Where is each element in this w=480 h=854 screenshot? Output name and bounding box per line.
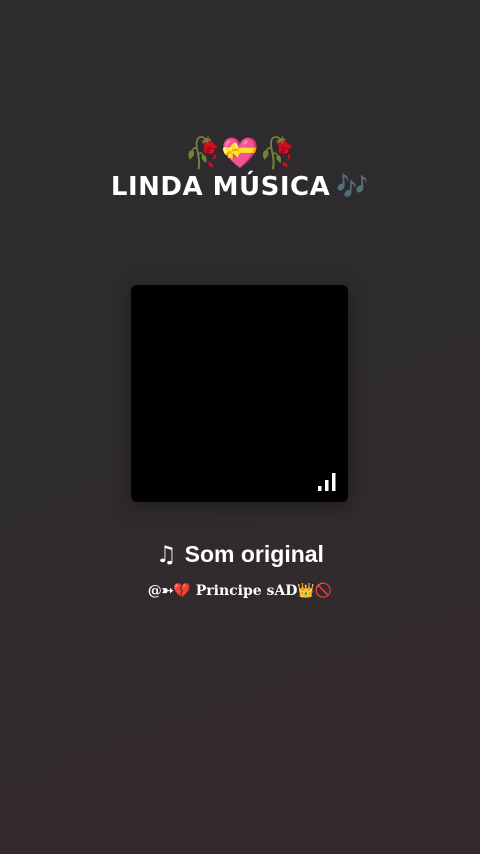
sound-title-row[interactable]: ♫ Som original [0, 538, 480, 571]
notes-emoji-icon: 🎶 [336, 172, 370, 202]
album-cover[interactable] [131, 285, 348, 502]
signal-bars-icon [318, 473, 336, 491]
author-handle[interactable]: @➳💔 Principe sAD👑🚫 [0, 580, 480, 602]
music-note-icon: ♫ [156, 542, 177, 568]
sound-title: Som original [184, 541, 324, 567]
header-emoji-line: 🥀💝🥀 [183, 136, 297, 171]
video-title: LINDA MÚSICA 🎶 [0, 170, 480, 204]
video-title-text: LINDA MÚSICA [110, 172, 331, 202]
